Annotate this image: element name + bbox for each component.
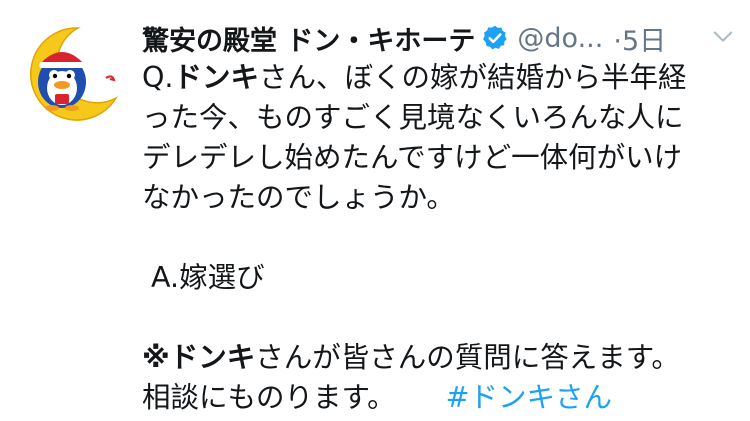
question-name: ドンキ xyxy=(173,61,260,94)
account-handle[interactable]: @do... xyxy=(517,23,603,54)
note-text: さんが皆さんの質問に答えます。 xyxy=(255,341,680,374)
tweet-line: Q.ドンキさん、ぼくの嫁が結婚から半年経 xyxy=(142,58,732,98)
tweet-header: 驚安の殿堂 ドン・キホーテ @do... ·5日 xyxy=(142,16,734,60)
time-value: 5日 xyxy=(621,25,667,57)
question-line-3: デレデレし始めたんですけど一体何がいけ xyxy=(142,141,683,174)
question-prefix: Q. xyxy=(142,61,174,94)
question-line-4: なかったのでしょうか。 xyxy=(142,181,455,214)
hashtag-link[interactable]: #ドンキさん xyxy=(446,381,612,414)
note-mark: ※ xyxy=(142,341,170,374)
answer-line: A.嫁選び xyxy=(142,261,265,294)
note-line-2: 相談にものります。 #ドンキさん xyxy=(142,378,732,418)
question-line-1: さん、ぼくの嫁が結婚から半年経 xyxy=(259,61,687,94)
note-line-1: ※ドンキさんが皆さんの質問に答えます。 xyxy=(142,338,732,378)
tweet-card: 驚安の殿堂 ドン・キホーテ @do... ·5日 Q.ドンキさん、ぼくの嫁が結婚… xyxy=(0,0,750,421)
penguin-mascot-avatar-image xyxy=(20,20,124,124)
chevron-down-icon[interactable] xyxy=(712,26,734,48)
question-line-2: った今、ものすごく見境なくいろんな人に xyxy=(142,101,684,134)
account-name[interactable]: 驚安の殿堂 ドン・キホーテ xyxy=(142,19,475,58)
avatar[interactable] xyxy=(20,20,124,124)
tweet-text: Q.ドンキさん、ぼくの嫁が結婚から半年経 った今、ものすごく見境なくいろんな人に… xyxy=(142,58,732,418)
verified-badge-icon xyxy=(483,25,508,50)
note-name: ドンキ xyxy=(169,341,256,374)
time-separator: · xyxy=(613,25,622,57)
note-text-2: 相談にものります。 xyxy=(142,381,396,414)
tweet-timestamp[interactable]: ·5日 xyxy=(613,19,666,58)
